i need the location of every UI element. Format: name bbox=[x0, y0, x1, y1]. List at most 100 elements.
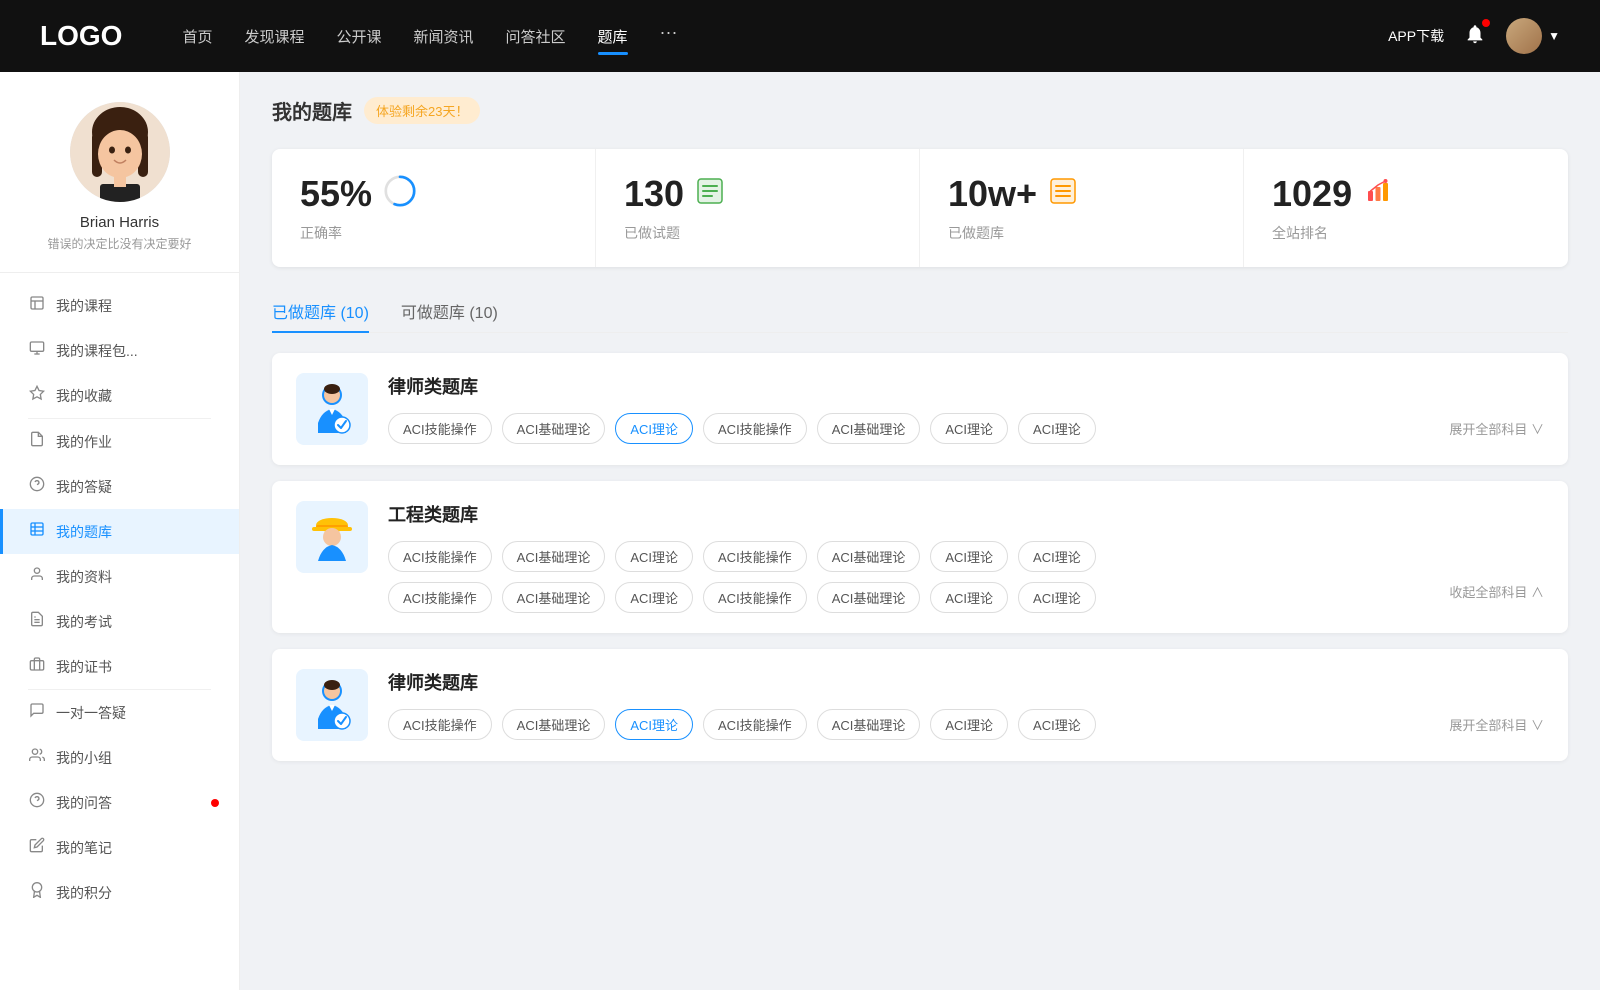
tag-2-2[interactable]: ACI理论 bbox=[615, 541, 693, 572]
sidebar-item-courses[interactable]: 我的课程 bbox=[0, 283, 239, 328]
points-icon bbox=[28, 882, 46, 903]
tag-2-r2-5[interactable]: ACI理论 bbox=[930, 582, 1008, 613]
sidebar-item-qa-label: 我的答疑 bbox=[56, 477, 112, 497]
tag-2-0[interactable]: ACI技能操作 bbox=[388, 541, 492, 572]
chat-icon bbox=[28, 702, 46, 723]
stat-done-banks: 10w+ 已做题库 bbox=[920, 149, 1244, 267]
qbank-title-3: 律师类题库 bbox=[388, 669, 1544, 695]
sidebar-item-questions-label: 我的问答 bbox=[56, 793, 112, 813]
tag-2-1[interactable]: ACI基础理论 bbox=[502, 541, 606, 572]
qbank-icon bbox=[28, 521, 46, 542]
tag-1-5[interactable]: ACI理论 bbox=[930, 413, 1008, 444]
tag-1-6[interactable]: ACI理论 bbox=[1018, 413, 1096, 444]
sidebar-item-group-label: 我的小组 bbox=[56, 748, 112, 768]
group-icon bbox=[28, 747, 46, 768]
sidebar-item-exam[interactable]: 我的考试 bbox=[0, 599, 239, 644]
sidebar-item-questions[interactable]: 我的问答 bbox=[0, 780, 239, 825]
chevron-down-icon: ▼ bbox=[1548, 29, 1560, 43]
nav-qbank[interactable]: 题库 bbox=[598, 22, 628, 51]
tag-2-6[interactable]: ACI理论 bbox=[1018, 541, 1096, 572]
sidebar-item-profile[interactable]: 我的资料 bbox=[0, 554, 239, 599]
star-icon bbox=[28, 385, 46, 406]
tag-1-2[interactable]: ACI理论 bbox=[615, 413, 693, 444]
tag-2-r2-2[interactable]: ACI理论 bbox=[615, 582, 693, 613]
ranking-chart-icon bbox=[1364, 177, 1392, 212]
main-layout: Brian Harris 错误的决定比没有决定要好 我的课程 我的课程包... bbox=[0, 72, 1600, 990]
sidebar-item-notes-label: 我的笔记 bbox=[56, 838, 112, 858]
list-icon bbox=[696, 177, 724, 212]
notification-bell[interactable] bbox=[1464, 23, 1486, 50]
sidebar-item-points[interactable]: 我的积分 bbox=[0, 870, 239, 915]
tag-3-1[interactable]: ACI基础理论 bbox=[502, 709, 606, 740]
tab-available[interactable]: 可做题库 (10) bbox=[401, 291, 498, 333]
tag-3-5[interactable]: ACI理论 bbox=[930, 709, 1008, 740]
nav-home[interactable]: 首页 bbox=[182, 22, 212, 51]
stat-accuracy-value: 55% bbox=[300, 173, 372, 215]
main-content: 我的题库 体验剩余23天！ 55% 正确率 bbox=[240, 72, 1600, 990]
cert-icon bbox=[28, 656, 46, 677]
nav-news[interactable]: 新闻资讯 bbox=[414, 22, 474, 51]
nav-more[interactable]: ··· bbox=[660, 22, 678, 51]
stat-done-questions-value: 130 bbox=[624, 173, 684, 215]
tag-1-0[interactable]: ACI技能操作 bbox=[388, 413, 492, 444]
sidebar-menu: 我的课程 我的课程包... 我的收藏 我的作业 bbox=[0, 283, 239, 915]
stat-accuracy-label: 正确率 bbox=[300, 223, 567, 243]
stat-ranking: 1029 全站排名 bbox=[1244, 149, 1568, 267]
tag-3-2[interactable]: ACI理论 bbox=[615, 709, 693, 740]
tag-2-5[interactable]: ACI理论 bbox=[930, 541, 1008, 572]
nav-opencourse[interactable]: 公开课 bbox=[336, 22, 381, 51]
tag-3-3[interactable]: ACI技能操作 bbox=[703, 709, 807, 740]
tag-2-r2-6[interactable]: ACI理论 bbox=[1018, 582, 1096, 613]
tag-2-r2-0[interactable]: ACI技能操作 bbox=[388, 582, 492, 613]
tag-3-6[interactable]: ACI理论 bbox=[1018, 709, 1096, 740]
sidebar-item-notes[interactable]: 我的笔记 bbox=[0, 825, 239, 870]
profile-section: Brian Harris 错误的决定比没有决定要好 bbox=[0, 92, 239, 273]
sidebar-item-favorites[interactable]: 我的收藏 bbox=[0, 373, 239, 418]
tag-2-3[interactable]: ACI技能操作 bbox=[703, 541, 807, 572]
sidebar-item-1on1[interactable]: 一对一答疑 bbox=[0, 690, 239, 735]
qbank-tags-3: ACI技能操作 ACI基础理论 ACI理论 ACI技能操作 ACI基础理论 AC… bbox=[388, 709, 1544, 740]
qbank-body-1: 律师类题库 ACI技能操作 ACI基础理论 ACI理论 ACI技能操作 ACI基… bbox=[388, 373, 1544, 444]
tag-2-4[interactable]: ACI基础理论 bbox=[817, 541, 921, 572]
sidebar-item-coursepack[interactable]: 我的课程包... bbox=[0, 328, 239, 373]
trial-badge: 体验剩余23天！ bbox=[364, 97, 480, 124]
sidebar-item-qa[interactable]: 我的答疑 bbox=[0, 464, 239, 509]
logo[interactable]: LOGO bbox=[40, 20, 122, 52]
sidebar-item-group[interactable]: 我的小组 bbox=[0, 735, 239, 780]
homework-icon bbox=[28, 431, 46, 452]
sidebar-item-cert[interactable]: 我的证书 bbox=[0, 644, 239, 689]
qbank-card-2: 工程类题库 ACI技能操作 ACI基础理论 ACI理论 ACI技能操作 ACI基… bbox=[272, 481, 1568, 633]
tag-2-r2-4[interactable]: ACI基础理论 bbox=[817, 582, 921, 613]
user-avatar-button[interactable]: ▼ bbox=[1506, 18, 1560, 54]
nav-qa[interactable]: 问答社区 bbox=[506, 22, 566, 51]
tag-3-4[interactable]: ACI基础理论 bbox=[817, 709, 921, 740]
sidebar-item-1on1-label: 一对一答疑 bbox=[56, 703, 126, 723]
tag-2-r2-1[interactable]: ACI基础理论 bbox=[502, 582, 606, 613]
stat-done-questions-label: 已做试题 bbox=[624, 223, 891, 243]
avatar bbox=[1506, 18, 1542, 54]
sidebar-item-favorites-label: 我的收藏 bbox=[56, 386, 112, 406]
qbank-body-2: 工程类题库 ACI技能操作 ACI基础理论 ACI理论 ACI技能操作 ACI基… bbox=[388, 501, 1544, 613]
expand-action-3[interactable]: 展开全部科目 ∨ bbox=[1449, 715, 1544, 734]
stat-done-banks-label: 已做题库 bbox=[948, 223, 1215, 243]
collapse-action-2[interactable]: 收起全部科目 ∧ bbox=[1449, 582, 1544, 613]
qbank-tags-2-row2: ACI技能操作 ACI基础理论 ACI理论 ACI技能操作 ACI基础理论 AC… bbox=[388, 582, 1544, 613]
qa-icon bbox=[28, 476, 46, 497]
tag-1-1[interactable]: ACI基础理论 bbox=[502, 413, 606, 444]
sidebar-item-qbank[interactable]: 我的题库 bbox=[0, 509, 239, 554]
expand-action-1[interactable]: 展开全部科目 ∨ bbox=[1449, 419, 1544, 438]
nav-discover[interactable]: 发现课程 bbox=[244, 22, 304, 51]
tag-2-r2-3[interactable]: ACI技能操作 bbox=[703, 582, 807, 613]
tag-1-4[interactable]: ACI基础理论 bbox=[817, 413, 921, 444]
sidebar-item-homework[interactable]: 我的作业 bbox=[0, 419, 239, 464]
tag-1-3[interactable]: ACI技能操作 bbox=[703, 413, 807, 444]
exam-icon bbox=[28, 611, 46, 632]
stat-ranking-value: 1029 bbox=[1272, 173, 1352, 215]
app-download-button[interactable]: APP下载 bbox=[1388, 26, 1444, 46]
questions-icon bbox=[28, 792, 46, 813]
tag-3-0[interactable]: ACI技能操作 bbox=[388, 709, 492, 740]
sidebar-item-qbank-label: 我的题库 bbox=[56, 522, 112, 542]
engineer-icon-2 bbox=[296, 501, 368, 573]
notes-icon bbox=[28, 837, 46, 858]
tab-done[interactable]: 已做题库 (10) bbox=[272, 291, 369, 333]
